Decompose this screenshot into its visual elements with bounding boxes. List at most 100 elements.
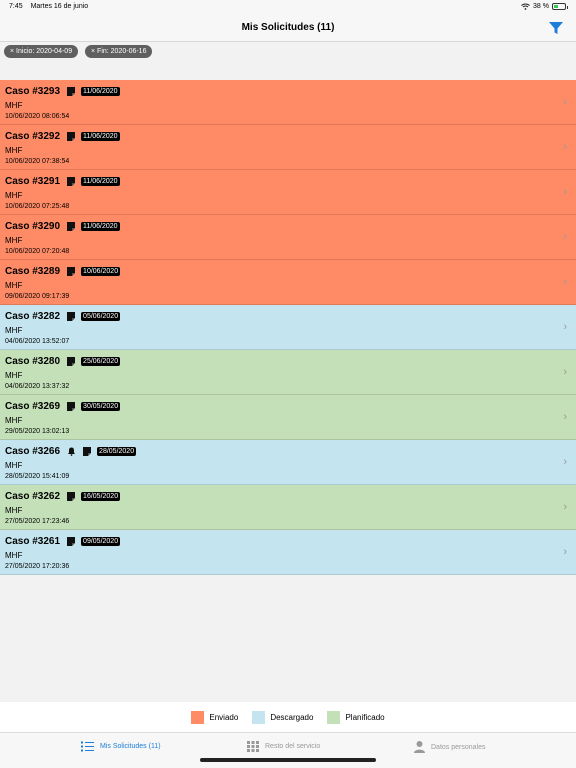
case-title: Caso #3282 — [5, 311, 61, 322]
note-icon — [67, 177, 76, 186]
tab-label: Datos personales — [431, 743, 486, 751]
bell-icon — [68, 447, 76, 456]
tab-datos-personales[interactable]: Datos personales — [414, 741, 485, 753]
date-badge: 25/06/2020 — [81, 357, 121, 366]
case-title-row: Caso #3280 25/06/2020 — [5, 356, 121, 367]
case-title-row: Caso #3291 11/06/2020 — [5, 176, 120, 187]
date-badge: 09/05/2020 — [81, 537, 121, 546]
legend-item-enviado: Enviado — [191, 710, 239, 724]
tab-label: Mis Solicitudes (11) — [100, 743, 161, 750]
tab-resto-del-servicio[interactable]: Resto del servicio — [247, 741, 320, 752]
note-icon — [67, 87, 76, 96]
status-date: Martes 16 de junio — [30, 3, 89, 10]
list-item[interactable]: Caso #3282 05/06/2020 MHF 04/06/2020 13:… — [0, 305, 576, 350]
note-icon — [67, 402, 76, 411]
person-icon — [414, 741, 425, 753]
nav-bar: Mis Solicitudes (11) — [0, 14, 576, 42]
note-icon — [67, 222, 76, 231]
legend-swatch — [327, 710, 341, 724]
status-bar: 7:45 Martes 16 de junio 38 % — [0, 0, 576, 14]
case-subtitle: MHF — [5, 371, 23, 380]
chevron-right-icon: › — [563, 96, 567, 108]
list-item[interactable]: Caso #3280 25/06/2020 MHF 04/06/2020 13:… — [0, 350, 576, 395]
page-title: Mis Solicitudes (11) — [241, 22, 335, 33]
chip-label: Fin: 2020-06-16 — [97, 48, 147, 55]
case-timestamp: 27/05/2020 17:23:46 — [5, 518, 70, 525]
case-title: Caso #3292 — [5, 131, 61, 142]
chevron-right-icon: › — [563, 321, 567, 333]
status-legend: Enviado Descargado Planificado — [0, 702, 576, 732]
case-title-row: Caso #3262 16/05/2020 — [5, 491, 121, 502]
case-timestamp: 10/06/2020 07:25:48 — [5, 203, 70, 210]
case-title-row: Caso #3269 30/05/2020 — [5, 401, 121, 412]
date-badge: 28/05/2020 — [97, 447, 137, 456]
case-subtitle: MHF — [5, 191, 23, 200]
legend-item-descargado: Descargado — [252, 710, 314, 724]
wifi-icon — [521, 3, 530, 10]
list-item[interactable]: Caso #3289 10/06/2020 MHF 09/06/2020 09:… — [0, 260, 576, 305]
note-icon — [83, 447, 92, 456]
case-timestamp: 04/06/2020 13:37:32 — [5, 383, 70, 390]
filter-chip-end[interactable]: × Fin: 2020-06-16 — [85, 45, 153, 58]
case-subtitle: MHF — [5, 281, 23, 290]
status-time: 7:45 — [9, 3, 23, 10]
case-subtitle: MHF — [5, 101, 23, 110]
case-subtitle: MHF — [5, 506, 23, 515]
case-title: Caso #3289 — [5, 266, 61, 277]
list-item[interactable]: Caso #3262 16/05/2020 MHF 27/05/2020 17:… — [0, 485, 576, 530]
note-icon — [67, 267, 76, 276]
note-icon — [67, 492, 76, 501]
chip-remove-icon[interactable]: × — [91, 48, 95, 55]
case-title: Caso #3290 — [5, 221, 61, 232]
note-icon — [67, 132, 76, 141]
list-item[interactable]: Caso #3291 11/06/2020 MHF 10/06/2020 07:… — [0, 170, 576, 215]
chevron-right-icon: › — [563, 411, 567, 423]
list-item[interactable]: Caso #3292 11/06/2020 MHF 10/06/2020 07:… — [0, 125, 576, 170]
case-title-row: Caso #3292 11/06/2020 — [5, 131, 120, 142]
case-timestamp: 04/06/2020 13:52:07 — [5, 338, 70, 345]
case-subtitle: MHF — [5, 416, 23, 425]
legend-label: Enviado — [209, 712, 239, 722]
note-icon — [67, 357, 76, 366]
case-timestamp: 27/05/2020 17:20:36 — [5, 563, 70, 570]
case-subtitle: MHF — [5, 236, 23, 245]
legend-label: Descargado — [270, 712, 314, 722]
legend-swatch — [191, 710, 205, 724]
case-title: Caso #3293 — [5, 86, 61, 97]
case-timestamp: 10/06/2020 07:20:48 — [5, 248, 70, 255]
tab-mis-solicitudes[interactable]: Mis Solicitudes (11) — [81, 741, 161, 752]
list-icon — [81, 741, 94, 752]
request-list: Caso #3293 11/06/2020 MHF 10/06/2020 08:… — [0, 80, 576, 575]
filter-icon[interactable] — [548, 21, 564, 35]
grid-icon — [247, 741, 259, 752]
list-item[interactable]: Caso #3293 11/06/2020 MHF 10/06/2020 08:… — [0, 80, 576, 125]
case-title: Caso #3280 — [5, 356, 61, 367]
list-item[interactable]: Caso #3290 11/06/2020 MHF 10/06/2020 07:… — [0, 215, 576, 260]
chip-label: Inicio: 2020-04-09 — [16, 48, 73, 55]
tab-bar: Mis Solicitudes (11) Resto del servicio … — [0, 732, 576, 768]
legend-item-planificado: Planificado — [327, 710, 385, 724]
home-indicator — [200, 758, 376, 762]
chevron-right-icon: › — [563, 366, 567, 378]
filter-chips: × Inicio: 2020-04-09 × Fin: 2020-06-16 — [0, 42, 576, 80]
case-title: Caso #3266 — [5, 446, 61, 457]
case-title-row: Caso #3261 09/05/2020 — [5, 536, 121, 547]
date-badge: 10/06/2020 — [81, 267, 121, 276]
chevron-right-icon: › — [563, 186, 567, 198]
list-item[interactable]: Caso #3261 09/05/2020 MHF 27/05/2020 17:… — [0, 530, 576, 575]
date-badge: 16/05/2020 — [81, 492, 121, 501]
filter-chip-start[interactable]: × Inicio: 2020-04-09 — [4, 45, 79, 58]
date-badge: 11/06/2020 — [81, 222, 120, 231]
chevron-right-icon: › — [563, 231, 567, 243]
list-item[interactable]: Caso #3269 30/05/2020 MHF 29/05/2020 13:… — [0, 395, 576, 440]
legend-label: Planificado — [345, 712, 385, 722]
list-item[interactable]: Caso #3266 28/05/2020 MHF 28/05/2020 15:… — [0, 440, 576, 485]
chevron-right-icon: › — [563, 456, 567, 468]
case-title-row: Caso #3289 10/06/2020 — [5, 266, 121, 277]
date-badge: 05/06/2020 — [81, 312, 121, 321]
note-icon — [67, 537, 76, 546]
case-timestamp: 09/06/2020 09:17:39 — [5, 293, 70, 300]
case-timestamp: 10/06/2020 08:06:54 — [5, 113, 70, 120]
chip-remove-icon[interactable]: × — [10, 48, 14, 55]
case-subtitle: MHF — [5, 461, 23, 470]
